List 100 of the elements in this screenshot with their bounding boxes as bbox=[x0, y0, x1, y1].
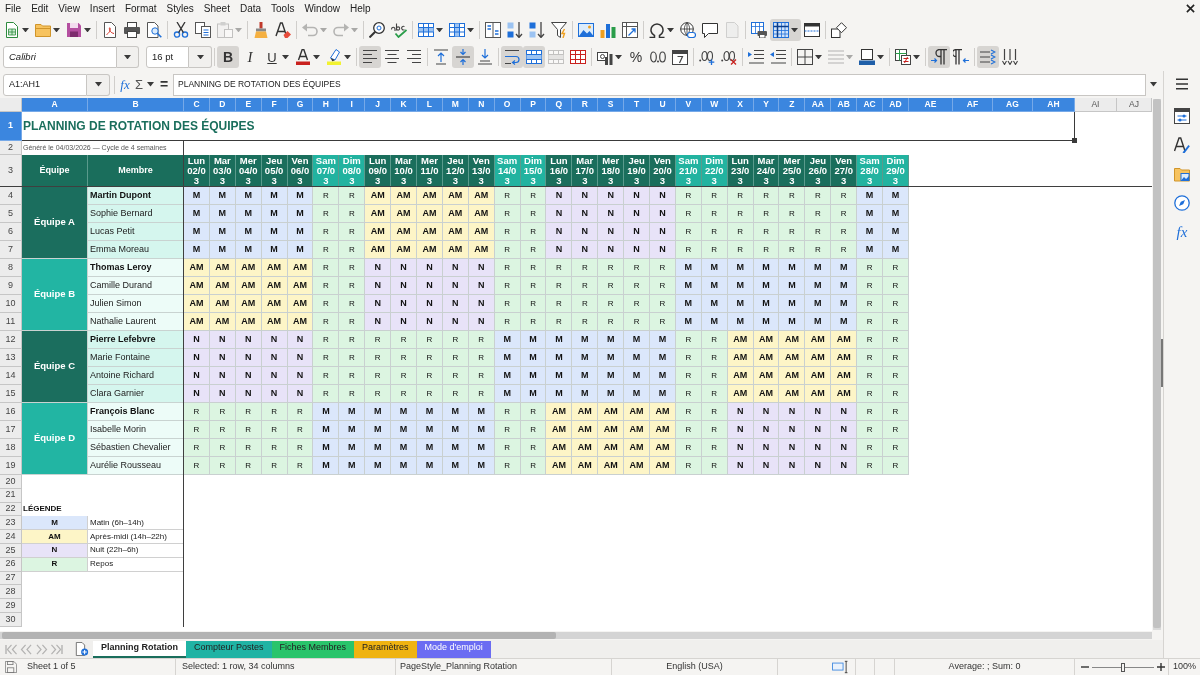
sidebar-handle[interactable] bbox=[1161, 339, 1163, 387]
column-header[interactable]: AI bbox=[1074, 98, 1117, 112]
column-header[interactable]: AG bbox=[992, 98, 1033, 112]
menu-item[interactable]: View bbox=[53, 0, 85, 17]
column-header[interactable]: I bbox=[339, 98, 366, 112]
column-header[interactable]: D bbox=[209, 98, 236, 112]
row-header[interactable]: 16 bbox=[0, 403, 22, 421]
row-header[interactable]: 3 bbox=[0, 155, 22, 187]
column-header[interactable]: O bbox=[494, 98, 521, 112]
close-button[interactable] bbox=[1183, 1, 1197, 16]
row-header[interactable]: 17 bbox=[0, 421, 22, 439]
row-header[interactable]: 19 bbox=[0, 457, 22, 475]
column-header[interactable]: Q bbox=[546, 98, 573, 112]
autofilter-button[interactable] bbox=[548, 19, 570, 41]
horizontal-scrollbar[interactable] bbox=[0, 632, 1152, 639]
row-header[interactable]: 9 bbox=[0, 277, 22, 295]
dropdown-button[interactable] bbox=[189, 46, 212, 68]
column-header[interactable]: S bbox=[598, 98, 625, 112]
row-header[interactable]: 5 bbox=[0, 205, 22, 223]
column-header[interactable]: AA bbox=[805, 98, 832, 112]
menu-item[interactable]: Edit bbox=[26, 0, 54, 17]
font-name-field[interactable]: Calibri bbox=[3, 46, 117, 68]
row-header[interactable]: 14 bbox=[0, 367, 22, 385]
column-header[interactable]: E bbox=[235, 98, 262, 112]
copy-button[interactable] bbox=[192, 19, 214, 41]
navigator-button[interactable] bbox=[1171, 192, 1193, 214]
hyperlink-button[interactable] bbox=[677, 19, 699, 41]
add-sheet-button[interactable] bbox=[74, 641, 89, 657]
align-middle-button[interactable] bbox=[452, 46, 474, 68]
fill-handle[interactable] bbox=[1071, 138, 1077, 143]
row-header[interactable]: 6 bbox=[0, 223, 22, 241]
draw-functions-button[interactable] bbox=[828, 19, 850, 41]
menu-item[interactable]: Format bbox=[119, 0, 162, 17]
function-wizard-button[interactable]: fx bbox=[118, 74, 132, 95]
menu-item[interactable]: Sheet bbox=[198, 0, 235, 17]
align-left-button[interactable] bbox=[359, 46, 381, 68]
row-header[interactable]: 7 bbox=[0, 241, 22, 259]
row-header[interactable]: 29 bbox=[0, 599, 22, 613]
clear-formatting-button[interactable] bbox=[272, 19, 294, 41]
zoom-slider[interactable] bbox=[1092, 662, 1154, 672]
bold-button[interactable]: B bbox=[217, 46, 239, 68]
styles-button[interactable] bbox=[1171, 134, 1193, 156]
font-size-field[interactable]: 16 pt bbox=[146, 46, 189, 68]
column-header[interactable]: AE bbox=[908, 98, 953, 112]
menu-item[interactable]: Data bbox=[234, 0, 267, 17]
column-header[interactable]: C bbox=[184, 98, 210, 112]
percent-format-button[interactable]: % bbox=[625, 46, 647, 68]
sort-button[interactable] bbox=[482, 19, 504, 41]
conditional-format-button[interactable] bbox=[892, 46, 923, 68]
menu-item[interactable]: Styles bbox=[161, 0, 199, 17]
borders-button[interactable] bbox=[794, 46, 825, 68]
row-header[interactable]: 4 bbox=[0, 187, 22, 205]
column-header[interactable]: K bbox=[391, 98, 417, 112]
merge-center-button[interactable] bbox=[523, 46, 545, 68]
freeze-panes-button[interactable] bbox=[770, 19, 801, 41]
column-header[interactable]: AC bbox=[857, 98, 884, 112]
column-header[interactable]: R bbox=[572, 98, 599, 112]
sheet-tab[interactable]: Mode d'emploi bbox=[416, 640, 491, 658]
column-header[interactable]: AH bbox=[1032, 98, 1075, 112]
column-header[interactable]: T bbox=[624, 98, 651, 112]
sheet-tab[interactable]: Fiches Membres bbox=[271, 640, 355, 658]
row-header[interactable]: 20 bbox=[0, 475, 22, 489]
row-header[interactable]: 11 bbox=[0, 313, 22, 331]
column-header[interactable]: Y bbox=[753, 98, 780, 112]
find-replace-button[interactable] bbox=[366, 19, 388, 41]
column-header[interactable]: AD bbox=[883, 98, 909, 112]
column-header[interactable]: X bbox=[727, 98, 754, 112]
zoom-percent[interactable]: 100% bbox=[1173, 660, 1197, 674]
right-to-left-button[interactable] bbox=[950, 46, 972, 68]
row-header[interactable]: 15 bbox=[0, 385, 22, 403]
sum-button[interactable]: Σ bbox=[132, 74, 146, 95]
dropdown-button[interactable] bbox=[87, 73, 110, 96]
print-button[interactable] bbox=[121, 19, 143, 41]
row-header[interactable]: 18 bbox=[0, 439, 22, 457]
text-top-to-bottom-button[interactable] bbox=[999, 46, 1021, 68]
print-area-button[interactable] bbox=[748, 19, 770, 41]
menu-item[interactable]: File bbox=[0, 0, 27, 17]
column-header[interactable]: W bbox=[701, 98, 728, 112]
border-color-button[interactable] bbox=[856, 46, 887, 68]
sheet-tab[interactable]: Paramètres bbox=[354, 640, 417, 658]
column-header[interactable]: AF bbox=[952, 98, 993, 112]
properties-button[interactable] bbox=[1171, 105, 1193, 127]
wrap-text-button[interactable] bbox=[501, 46, 523, 68]
column-header[interactable]: J bbox=[365, 98, 392, 112]
row-header[interactable]: 2 bbox=[0, 141, 22, 155]
zoom-slider-thumb[interactable] bbox=[1121, 662, 1125, 672]
column-header[interactable]: N bbox=[468, 98, 495, 112]
column-header[interactable]: L bbox=[417, 98, 443, 112]
column-header[interactable]: U bbox=[650, 98, 676, 112]
row-header[interactable]: 12 bbox=[0, 331, 22, 349]
underline-button[interactable]: U bbox=[261, 46, 292, 68]
row-header[interactable]: 8 bbox=[0, 259, 22, 277]
left-to-right-button[interactable] bbox=[928, 46, 950, 68]
column-header[interactable]: M bbox=[442, 98, 469, 112]
menu-item[interactable]: Help bbox=[345, 0, 376, 17]
row-header[interactable]: 28 bbox=[0, 585, 22, 600]
row-header[interactable]: 24 bbox=[0, 530, 22, 544]
column-header[interactable]: G bbox=[287, 98, 314, 112]
name-box[interactable]: A1:AH1 bbox=[3, 73, 87, 96]
sheet-tab[interactable]: Planning Rotation bbox=[93, 640, 186, 658]
